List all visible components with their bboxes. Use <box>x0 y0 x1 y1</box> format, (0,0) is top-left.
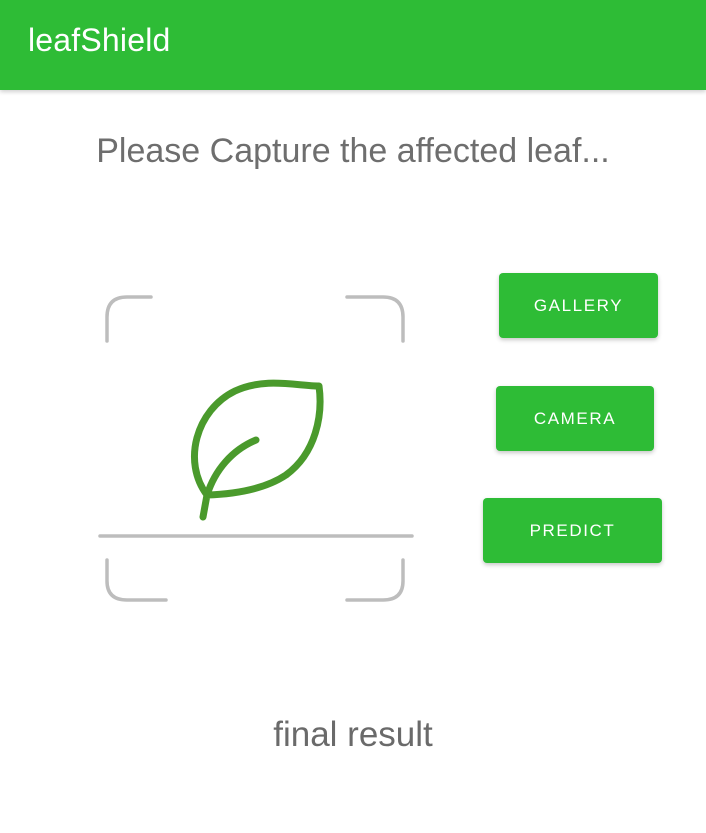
result-text: final result <box>273 715 433 754</box>
gallery-button[interactable]: GALLERY <box>499 273 658 338</box>
app-bar: leafShield <box>0 0 706 90</box>
camera-button[interactable]: CAMERA <box>496 386 654 451</box>
image-preview <box>90 285 420 615</box>
app-title: leafShield <box>28 22 171 58</box>
leaf-scan-icon <box>98 295 414 602</box>
predict-button[interactable]: PREDICT <box>483 498 662 563</box>
instruction-text: Please Capture the affected leaf... <box>96 132 610 170</box>
